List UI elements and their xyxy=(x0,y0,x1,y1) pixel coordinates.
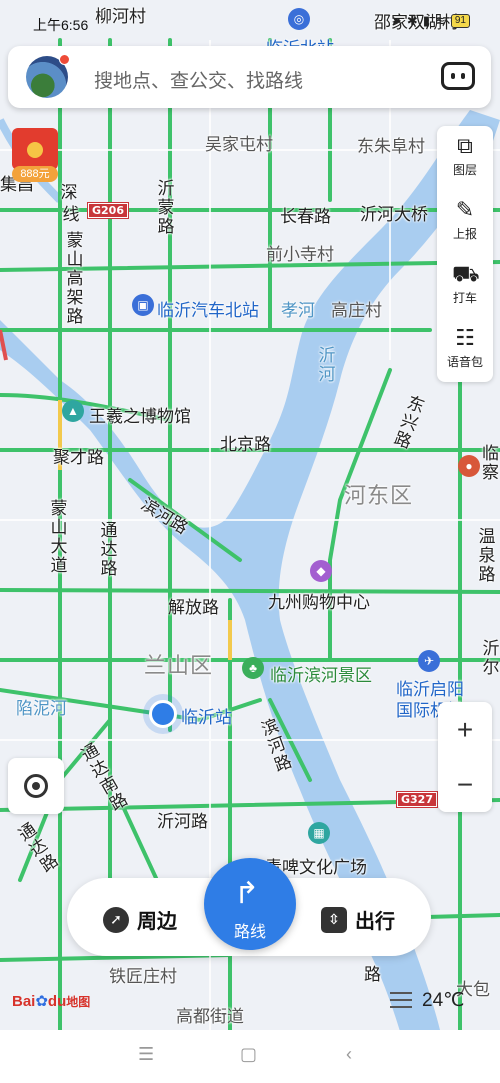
wifi-icon: ≋ xyxy=(434,13,446,28)
taxi-icon: ⛟ xyxy=(452,261,480,286)
map-label: 吴家屯村 xyxy=(205,135,273,155)
map-label: 陷泥河 xyxy=(16,699,67,719)
map-label: 蒙山高架路 xyxy=(66,231,84,327)
scenic-area-icon: ♣ xyxy=(242,657,264,679)
travel-icon: ⇳ xyxy=(321,906,347,933)
paw-icon: ✿ xyxy=(35,993,48,1010)
red-packet-icon xyxy=(12,128,58,170)
compass-icon: ➚ xyxy=(103,906,129,933)
map-label: 解放路 xyxy=(168,598,219,618)
voice-pack-icon: ☷ xyxy=(455,325,475,350)
current-location-marker xyxy=(149,700,177,728)
map-label: 临沂站 xyxy=(181,708,232,728)
map-label: 临沂滨河景区 xyxy=(270,666,372,686)
map-label: 沂河 xyxy=(318,346,336,385)
temperature: 24℃ xyxy=(422,990,465,1011)
search-input[interactable]: 搜地点、查公交、找路线 xyxy=(94,66,303,93)
status-icons: ➤ ✱ ▮ ≋ 91 xyxy=(391,13,470,29)
voice-pack-button[interactable]: ☷ 语音包 xyxy=(437,318,493,378)
system-nav-bar: ☰ ▢ ‹ xyxy=(0,1030,500,1083)
back-nav-icon[interactable]: ‹ xyxy=(346,1044,352,1065)
map-label: 高庄村 xyxy=(331,301,382,321)
map-tools-panel: ⧉ 图层 ✎ 上报 ⛟ 打车 ☷ 语音包 xyxy=(437,126,493,382)
avatar[interactable] xyxy=(26,54,70,98)
map-label: 前小寺村 xyxy=(266,245,334,265)
map-label: 蒙山大道 xyxy=(50,499,68,576)
crosshair-icon xyxy=(24,774,48,798)
map-label: 线 xyxy=(62,205,80,225)
layers-button[interactable]: ⧉ 图层 xyxy=(437,126,493,186)
home-nav-icon[interactable]: ▢ xyxy=(240,1044,257,1065)
map-label: 深 xyxy=(60,183,78,203)
nearby-button[interactable]: ➚ 周边 xyxy=(103,905,177,934)
map-label: 长春路 xyxy=(280,207,331,227)
travel-button[interactable]: ⇳ 出行 xyxy=(321,905,395,934)
shopping-icon: ◆ xyxy=(310,560,332,582)
map-label: 沂蒙路 xyxy=(157,179,175,237)
map-label: 东朱阜村 xyxy=(357,137,425,157)
menu-nav-icon[interactable]: ☰ xyxy=(138,1044,154,1065)
search-bar[interactable]: 搜地点、查公交、找路线 xyxy=(8,46,491,108)
bluetooth-icon: ✱ xyxy=(406,13,418,28)
edit-icon: ✎ xyxy=(455,197,475,222)
bus-station-icon: ▣ xyxy=(132,294,154,316)
district-label: 河东区 xyxy=(344,484,414,509)
map-label: 通达路 xyxy=(100,521,118,579)
route-arrow-icon: ↱ xyxy=(234,877,260,910)
status-bar: 上午6:56 ➤ ✱ ▮ ≋ 91 xyxy=(0,0,500,34)
zoom-out-button[interactable]: − xyxy=(438,757,492,812)
map-label: 高都街道 xyxy=(176,1007,244,1027)
menu-icon[interactable] xyxy=(390,992,412,1010)
culture-plaza-icon: ▦ xyxy=(308,822,330,844)
red-packet-amount: 888元 xyxy=(12,166,58,182)
map-label: 临沂汽车北站 xyxy=(157,301,259,321)
district-label: 兰山区 xyxy=(144,654,214,679)
map-label: 九州购物中心 xyxy=(268,593,370,613)
location-status-icon: ➤ xyxy=(391,13,402,28)
status-time: 上午6:56 xyxy=(33,17,89,33)
map-label: 沂河路 xyxy=(157,812,208,832)
route-button[interactable]: ↱ 路线 xyxy=(204,858,296,950)
zoom-control: + − xyxy=(438,702,492,812)
locate-me-button[interactable] xyxy=(8,758,64,814)
layers-icon: ⧉ xyxy=(457,133,473,158)
report-button[interactable]: ✎ 上报 xyxy=(437,190,493,250)
zoom-in-button[interactable]: + xyxy=(438,702,492,757)
signal-icon: ▮ xyxy=(422,13,430,28)
map-label: 铁匠庄村 xyxy=(109,967,177,987)
map-label: 临察 xyxy=(482,444,499,483)
highway-shield: G327 xyxy=(396,791,438,808)
map-label: 温泉路 xyxy=(478,527,496,585)
police-icon: ● xyxy=(458,455,480,477)
museum-icon: ▲ xyxy=(62,400,84,422)
map-label: 沂河大桥 xyxy=(360,205,428,225)
voice-assistant-icon[interactable] xyxy=(441,62,475,90)
map-label: 路 xyxy=(364,965,381,985)
map-label: 北京路 xyxy=(220,435,271,455)
notification-dot xyxy=(59,54,70,65)
map-label: 孝河 xyxy=(281,301,315,321)
airport-icon: ✈ xyxy=(418,650,440,672)
battery-icon: 91 xyxy=(450,14,470,28)
map-label: 聚才路 xyxy=(53,448,104,468)
baidu-map-logo: Bai✿du地图 xyxy=(12,993,91,1010)
map-label: 沂尔 xyxy=(482,639,500,678)
highway-shield: G206 xyxy=(87,202,129,219)
taxi-button[interactable]: ⛟ 打车 xyxy=(437,254,493,314)
map-label: 王羲之博物馆 xyxy=(89,407,191,427)
red-packet-promo[interactable]: 888元 xyxy=(12,128,58,184)
